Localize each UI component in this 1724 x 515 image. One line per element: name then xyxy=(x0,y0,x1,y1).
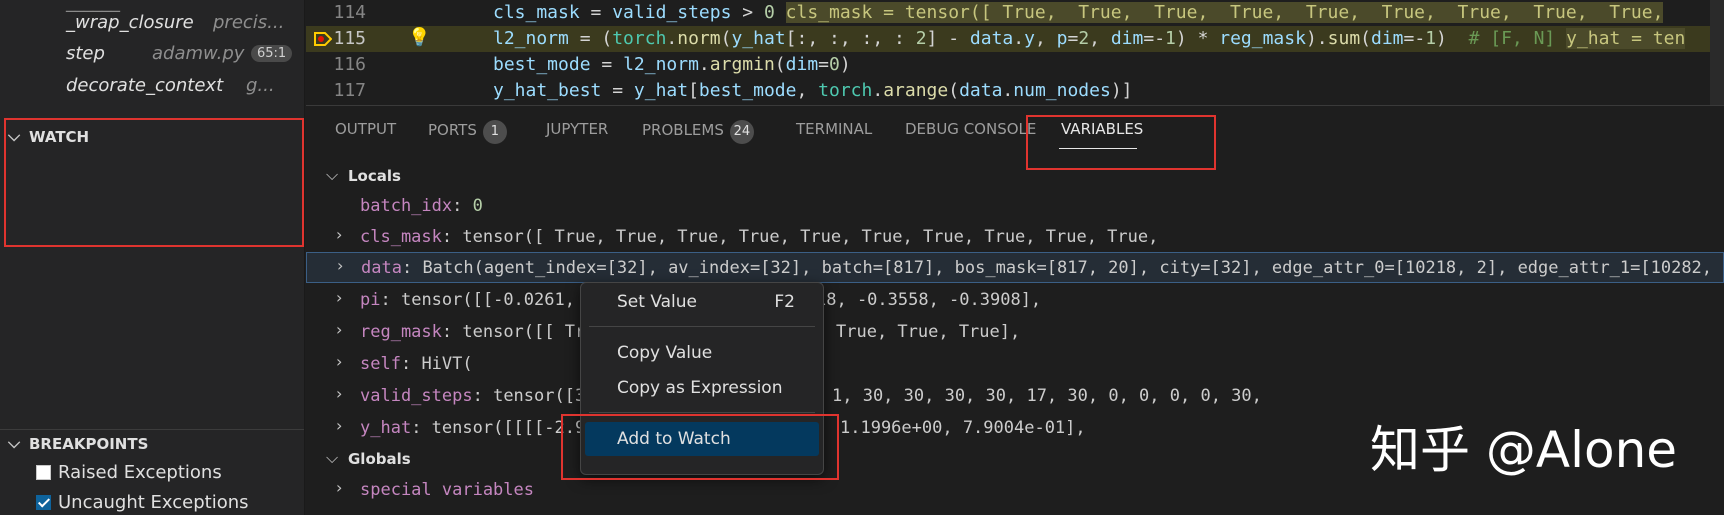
lightbulb-icon[interactable]: 💡 xyxy=(408,27,430,48)
variable-value: tensor([[ Tr xyxy=(462,322,586,342)
call-stack-file: g... xyxy=(246,75,275,96)
call-stack-item[interactable]: step adamw.py 65:1 xyxy=(0,39,304,70)
variable-value-tail: 18, -0.3558, -0.3908], xyxy=(816,290,1042,310)
code-text: l2_norm = (torch.norm(y_hat[:, :, :, : 2… xyxy=(493,28,1686,49)
chevron-down-icon: ⌵ xyxy=(8,433,21,452)
chevron-right-icon[interactable]: › xyxy=(336,352,342,371)
call-stack-function: decorate_context xyxy=(66,75,224,96)
variable-value: 0 xyxy=(472,196,483,216)
tab-ports[interactable]: PORTS 1 xyxy=(428,120,507,144)
call-stack-file: precis... xyxy=(213,12,285,33)
variable-name: pi xyxy=(360,290,381,310)
variable-value: tensor([[-0.0261, xyxy=(400,290,575,310)
tab-output[interactable]: OUTPUT xyxy=(335,120,396,138)
variable-name: reg_mask xyxy=(360,322,442,342)
editor-scrollbar[interactable] xyxy=(1710,0,1724,105)
chevron-right-icon[interactable]: › xyxy=(336,288,342,307)
variable-row[interactable]: › reg_mask: tensor([[ Tr True, True, Tru… xyxy=(306,316,1724,347)
chevron-right-icon[interactable]: › xyxy=(336,478,342,497)
chevron-down-icon: ⌵ xyxy=(326,448,339,467)
locals-scope-header[interactable]: ⌵ Locals xyxy=(306,161,1724,192)
inline-value: y_hat = ten xyxy=(1566,28,1686,49)
watch-highlight-box xyxy=(4,118,304,247)
line-number: 114 xyxy=(333,2,366,23)
menu-item-copy-value[interactable]: Copy Value xyxy=(585,336,819,370)
add-to-watch-highlight-box xyxy=(561,414,839,480)
code-line[interactable]: 117 y_hat_best = y_hat[best_mode, torch.… xyxy=(306,78,1724,104)
tab-jupyter[interactable]: JUPYTER xyxy=(546,120,608,138)
code-editor[interactable]: 114 cls_mask = valid_steps > 0 cls_mask … xyxy=(306,0,1724,105)
code-line-current[interactable]: 115 💡 l2_norm = (torch.norm(y_hat[:, :, … xyxy=(306,26,1724,52)
code-text: y_hat_best = y_hat[best_mode, torch.aran… xyxy=(493,80,1133,101)
tab-terminal[interactable]: TERMINAL xyxy=(796,120,872,138)
line-number: 115 xyxy=(333,28,366,49)
breakpoints-title: BREAKPOINTS xyxy=(29,435,149,453)
variable-row[interactable]: › pi: tensor([[-0.0261, 18, -0.3558, -0.… xyxy=(306,284,1724,315)
count-badge: 24 xyxy=(729,120,754,144)
variable-value-tail: 1.1996e+00, 7.9004e-01], xyxy=(840,418,1086,438)
variable-name: special variables xyxy=(360,480,534,500)
debug-sidebar: ______ _wrap_closure precis... step adam… xyxy=(0,0,305,515)
call-stack-function: step xyxy=(66,43,105,64)
variable-value: tensor([ True, True, True, True, True, T… xyxy=(462,227,1159,247)
variable-name: cls_mask xyxy=(360,227,442,247)
line-number: 116 xyxy=(333,54,366,75)
watermark: 知乎 @Alone xyxy=(1370,421,1678,479)
code-text: best_mode = l2_norm.argmin(dim=0) xyxy=(493,54,851,75)
menu-separator xyxy=(589,326,815,327)
globals-title: Globals xyxy=(348,450,411,468)
variable-value-tail: 1, 30, 30, 30, 30, 17, 30, 0, 0, 0, 0, 3… xyxy=(832,386,1262,406)
line-number: 117 xyxy=(333,80,366,101)
call-stack-line-badge: 65:1 xyxy=(251,45,293,62)
chevron-right-icon[interactable]: › xyxy=(336,320,342,339)
chevron-right-icon[interactable]: › xyxy=(336,225,342,244)
variable-row-selected[interactable]: › data: Batch(agent_index=[32], av_index… xyxy=(306,252,1724,283)
call-stack-item[interactable]: decorate_context g... xyxy=(0,71,304,102)
code-line[interactable]: 114 cls_mask = valid_steps > 0 cls_mask … xyxy=(306,0,1724,26)
variable-row[interactable]: batch_idx: 0 xyxy=(306,190,1724,221)
variable-name: self xyxy=(360,354,401,374)
call-stack-item[interactable]: _wrap_closure precis... xyxy=(0,8,304,39)
chevron-down-icon: ⌵ xyxy=(326,165,339,184)
count-badge: 1 xyxy=(482,120,507,144)
variable-name: batch_idx xyxy=(360,196,453,216)
breakpoint-label: Raised Exceptions xyxy=(58,462,222,483)
locals-title: Locals xyxy=(348,167,401,185)
variable-name: valid_steps xyxy=(360,386,473,406)
chevron-right-icon[interactable]: › xyxy=(336,384,342,403)
breakpoints-section-header[interactable]: ⌵ BREAKPOINTS xyxy=(0,429,304,457)
variable-name: data xyxy=(361,258,402,278)
shortcut-key: F2 xyxy=(774,292,795,312)
code-line[interactable]: 116 best_mode = l2_norm.argmin(dim=0) xyxy=(306,52,1724,78)
menu-item-copy-as-expression[interactable]: Copy as Expression xyxy=(585,371,819,405)
variable-row[interactable]: › self: HiVT( xyxy=(306,348,1724,379)
variable-value: HiVT( xyxy=(421,354,473,374)
tab-problems[interactable]: PROBLEMS 24 xyxy=(642,120,754,144)
variable-value: Batch(agent_index=[32], av_index=[32], b… xyxy=(422,258,1713,278)
checkbox[interactable] xyxy=(36,465,51,480)
code-text: cls_mask = valid_steps > 0 cls_mask = te… xyxy=(493,2,1664,23)
breakpoint-label: Uncaught Exceptions xyxy=(58,492,249,513)
variable-row[interactable]: › cls_mask: tensor([ True, True, True, T… xyxy=(306,221,1724,252)
chevron-right-icon[interactable]: › xyxy=(336,416,342,435)
tab-debug-console[interactable]: DEBUG CONSOLE xyxy=(905,120,1036,138)
chevron-right-icon[interactable]: › xyxy=(337,256,343,275)
variable-name: y_hat xyxy=(360,418,412,438)
call-stack-file: adamw.py xyxy=(152,43,245,64)
checkbox[interactable] xyxy=(36,495,51,510)
call-stack-function: _wrap_closure xyxy=(66,12,194,33)
breakpoint-raised-exceptions[interactable]: Raised Exceptions xyxy=(36,462,222,483)
variable-value: tensor([3 xyxy=(493,386,586,406)
breakpoint-uncaught-exceptions[interactable]: Uncaught Exceptions xyxy=(36,492,249,513)
variable-value-tail: True, True, True], xyxy=(836,322,1021,342)
menu-separator xyxy=(589,412,815,413)
variable-row[interactable]: › valid_steps: tensor([3 1, 30, 30, 30, … xyxy=(306,380,1724,411)
menu-item-set-value[interactable]: Set Value F2 xyxy=(585,285,819,319)
inline-value: cls_mask = tensor([ True, True, True, Tr… xyxy=(785,2,1664,23)
